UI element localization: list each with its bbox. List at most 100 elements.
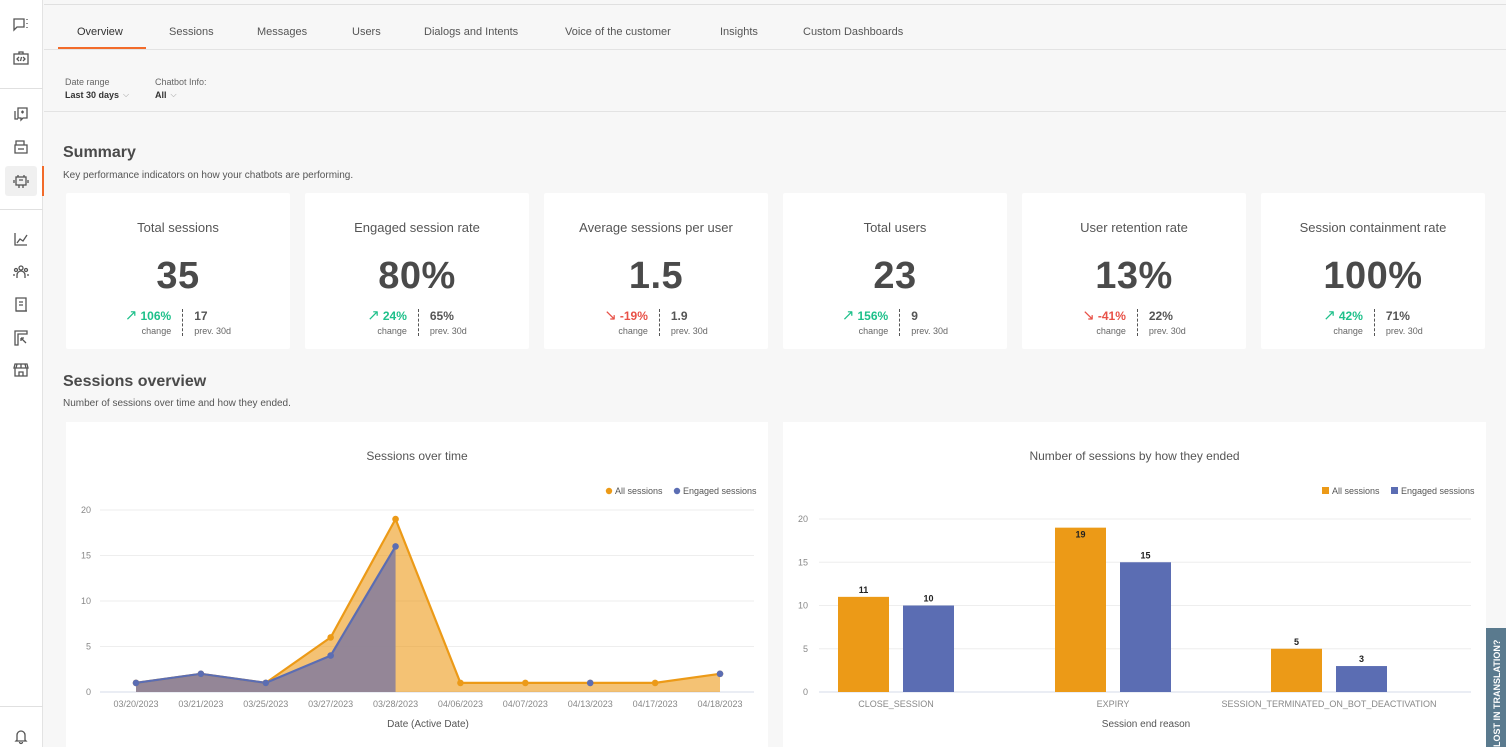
bar-value-label: 5 [1294,637,1299,647]
tab-sessions[interactable]: Sessions [169,26,214,38]
nav-divider [0,209,43,210]
templates-icon[interactable] [8,101,34,127]
date-range-filter[interactable]: Date range Last 30 days ⌵ [65,77,129,100]
kpi-value: 13% [1095,255,1173,297]
kpi-change-value: 156% [857,309,889,323]
legend-engaged-sessions-label: Engaged sessions [1401,486,1475,496]
developer-tools-icon[interactable] [8,45,34,71]
all-sessions-point [327,634,334,641]
kpi-card: Total users 23 ↗ 156% change 9 prev. 30d [783,193,1007,349]
kpi-previous-label: prev. 30d [670,326,708,336]
tab-insights[interactable]: Insights [720,26,758,38]
kpi-change-label: change [1096,326,1126,336]
reports-icon[interactable] [8,292,34,318]
tab-overview[interactable]: Overview [77,26,123,38]
kpi-change-label: change [618,326,648,336]
kpi-change-value: 106% [140,309,172,323]
y-tick-label: 20 [81,505,91,515]
summary-subtitle: Key performance indicators on how your c… [63,170,354,181]
all-sessions-point [457,679,464,687]
kpi-card: Session containment rate 100% ↗ 42% chan… [1261,193,1485,349]
x-tick-label: 03/21/2023 [178,699,223,709]
kpi-previous-label: prev. 30d [1148,326,1186,336]
kpi-change-value-wrap: ↗ 24% [367,308,407,323]
all-sessions-area [136,519,720,692]
bar-all-sessions [1271,648,1322,692]
kpi-title: Engaged session rate [354,220,480,235]
bar-value-label: 11 [859,585,869,595]
y-tick-label: 15 [81,551,91,561]
kpi-previous-value: 1.9 [670,309,688,323]
sessions-over-time-card: Sessions over time 0 5 10 15 20 03/20/2023 03/… [66,422,768,747]
kpi-card: Total sessions 35 ↗ 106% change 17 prev.… [66,193,290,349]
tab-custom-dashboards[interactable]: Custom Dashboards [803,26,903,38]
kpi-change: ↗ 42% change [1323,308,1375,336]
kpi-title: Session containment rate [1299,220,1447,235]
feedback-tab-label: LOST IN TRANSLATION? [1492,639,1502,747]
chatbot-info-filter[interactable]: Chatbot Info: All ⌵ [155,77,207,100]
feedback-tab[interactable]: LOST IN TRANSLATION? [1486,628,1506,747]
chatbot-info-label: Chatbot Info: [155,77,207,87]
engaged-sessions-point [262,679,270,687]
kpi-change-value: -41% [1097,309,1126,323]
kpi-previous: 17 prev. 30d [183,309,231,336]
kpi-change-label: change [377,326,407,336]
kpi-previous: 71% prev. 30d [1375,309,1423,336]
kpi-previous-label: prev. 30d [911,326,949,336]
kpi-change: ↗ 106% change [125,308,184,336]
chevron-down-icon: ⌵ [123,90,130,99]
tab-messages[interactable]: Messages [257,26,307,38]
legend-all-sessions-marker [605,487,613,495]
kpi-change-value-wrap: ↗ 106% [125,308,172,323]
campaigns-icon[interactable] [8,134,34,160]
kpi-previous-label: prev. 30d [194,326,232,336]
analytics-icon[interactable] [8,226,34,252]
kpi-footer: ↗ 42% change 71% prev. 30d [1261,308,1485,336]
chatbots-icon[interactable] [5,166,37,196]
legend-engaged-sessions-label: Engaged sessions [683,486,757,496]
arrow-up-right-icon: ↗ [841,307,855,324]
left-nav [0,0,44,747]
notifications-bell-icon[interactable] [8,723,34,747]
tab-voice-of-the-customer[interactable]: Voice of the customer [565,26,671,38]
legend-all-sessions-label: All sessions [1332,486,1380,496]
sessions-over-time-chart: 0 5 10 15 20 03/20/2023 03/21/2023 03/25/2023 03… [81,486,757,730]
chatbot-info-value: All [155,90,167,100]
engaged-sessions-point [586,679,594,687]
nav-divider [0,706,43,707]
store-icon[interactable] [8,357,34,383]
date-range-dropdown[interactable]: Last 30 days ⌵ [65,90,129,100]
kpi-card: Engaged session rate 80% ↗ 24% change 65… [305,193,529,349]
y-tick-label: 0 [803,687,808,697]
tab-users[interactable]: Users [352,26,381,38]
x-tick-label: 04/07/2023 [503,699,548,709]
kpi-title: Average sessions per user [579,220,733,235]
kpi-change-label: change [1333,326,1363,336]
chatbot-info-dropdown[interactable]: All ⌵ [155,90,207,100]
kpi-footer: ↗ 24% change 65% prev. 30d [305,308,529,336]
kpi-previous: 9 prev. 30d [900,309,948,336]
kpi-change-label: change [858,326,889,336]
bar-value-label: 10 [923,594,933,604]
engaged-sessions-point [392,543,399,550]
x-tick-label: SESSION_TERMINATED_ON_BOT_DEACTIVATION [1221,699,1436,709]
kpi-previous-value: 9 [911,309,918,323]
kpi-previous: 1.9 prev. 30d [660,309,708,336]
moments-icon[interactable] [8,325,34,351]
x-tick-label: 04/18/2023 [697,699,742,709]
people-icon[interactable] [8,259,34,285]
kpi-previous: 65% prev. 30d [419,309,467,336]
kpi-previous-value: 65% [429,309,454,323]
kpi-footer: ↘ -19% change 1.9 prev. 30d [544,308,768,336]
x-tick-label: EXPIRY [1097,699,1130,709]
conversations-icon[interactable] [8,12,34,38]
nav-divider [0,88,43,89]
kpi-change-value: 24% [382,309,407,323]
kpi-previous-label: prev. 30d [429,326,467,336]
kpi-previous-label: prev. 30d [1385,326,1423,336]
sessions-overview-title: Sessions overview [63,373,207,390]
x-tick-label: 04/13/2023 [568,699,613,709]
y-tick-label: 15 [798,557,808,567]
tab-dialogs-and-intents[interactable]: Dialogs and Intents [424,26,518,38]
engaged-sessions-point [197,670,205,678]
